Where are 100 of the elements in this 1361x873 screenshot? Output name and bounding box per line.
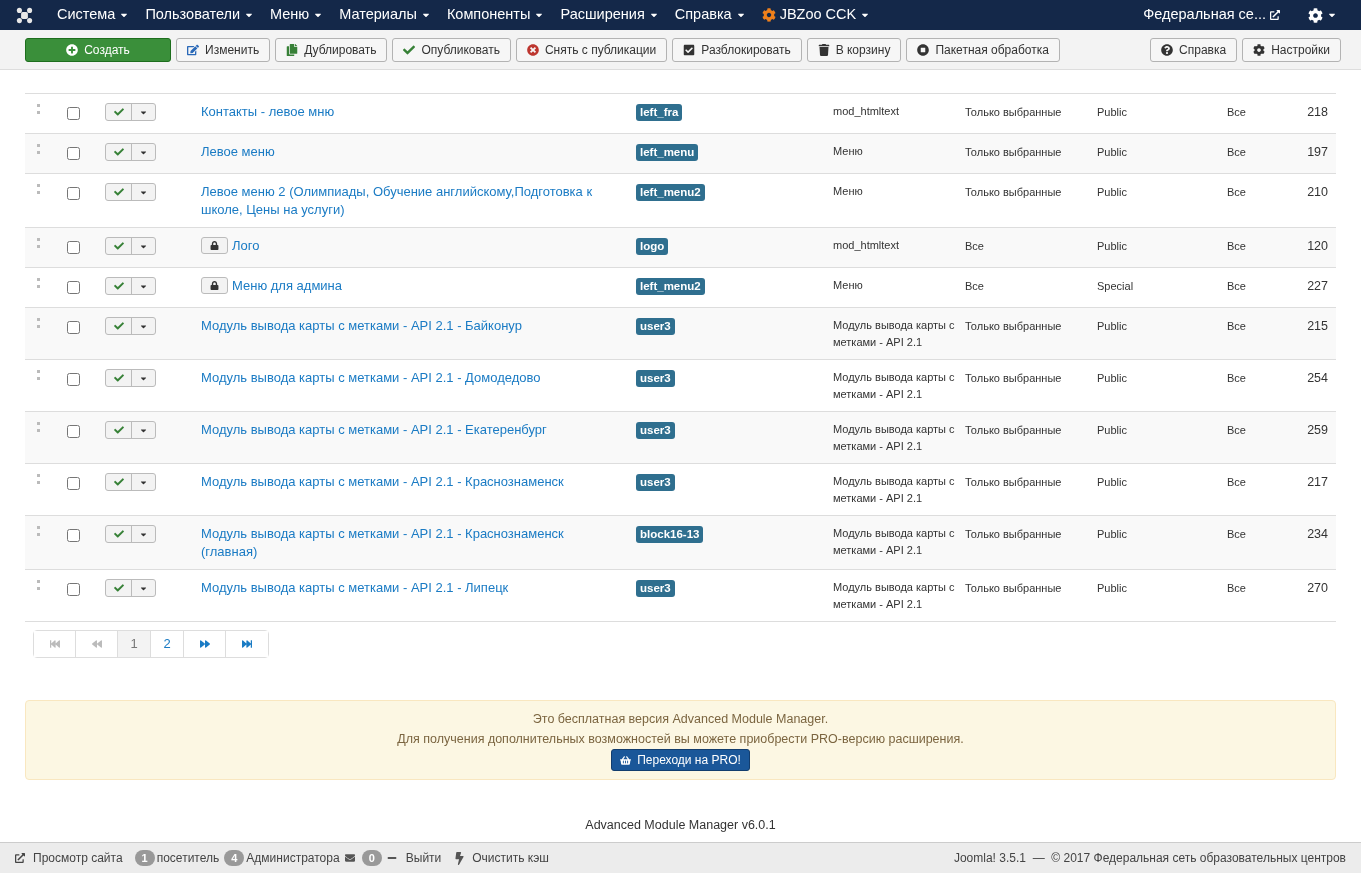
lock-button[interactable] <box>201 277 228 294</box>
drag-handle-icon[interactable] <box>37 474 40 484</box>
menu-item[interactable]: Расширения <box>560 4 659 26</box>
table-cell: Все <box>1227 528 1246 540</box>
toolbar-button[interactable]: Создать <box>25 37 171 62</box>
count-badge: 1 <box>134 850 155 866</box>
table-cell: Только выбранные <box>965 186 1062 198</box>
row-checkbox[interactable] <box>67 321 80 334</box>
toolbar-button[interactable]: Опубликовать <box>392 37 511 62</box>
toolbar-button[interactable]: Разблокировать <box>672 37 802 62</box>
table-cell: Все <box>1227 582 1246 594</box>
table-cell: Все <box>1227 320 1246 332</box>
check-icon <box>113 281 124 291</box>
table-cell: Public <box>1097 240 1127 252</box>
envelope-icon <box>343 853 356 863</box>
site-link[interactable]: Федеральная се... <box>1143 4 1266 26</box>
drag-handle-icon[interactable] <box>37 278 40 288</box>
menu-item[interactable]: Компоненты <box>446 4 545 26</box>
status-toggle[interactable] <box>105 421 156 439</box>
row-checkbox[interactable] <box>67 147 80 160</box>
drag-handle-icon[interactable] <box>37 526 40 536</box>
drag-handle-icon[interactable] <box>37 580 40 590</box>
drag-handle-icon[interactable] <box>37 370 40 380</box>
toolbar-button[interactable]: Изменить <box>176 37 271 62</box>
row-checkbox[interactable] <box>67 373 80 386</box>
row-checkbox[interactable] <box>67 281 80 294</box>
row-checkbox[interactable] <box>67 583 80 596</box>
pro-button[interactable]: Переходи на PRO! <box>611 749 750 771</box>
toolbar-button[interactable]: Настройки <box>1242 37 1341 62</box>
table-cell: Public <box>1097 106 1127 118</box>
drag-handle-icon[interactable] <box>37 238 40 248</box>
module-title-link[interactable]: Модуль вывода карты с метками - API 2.1 - Липецк <box>201 579 509 597</box>
row-checkbox[interactable] <box>67 425 80 438</box>
toolbar-button[interactable]: Снять с публикации <box>515 37 668 62</box>
drag-handle-icon[interactable] <box>37 318 40 328</box>
table-cell: Public <box>1097 476 1127 488</box>
table-cell-text: Модуль вывода карты с метками - API 2.1 <box>833 422 956 454</box>
check-icon <box>113 529 124 539</box>
row-checkbox[interactable] <box>67 529 80 542</box>
drag-handle-icon[interactable] <box>37 422 40 432</box>
menu-item[interactable]: Материалы <box>339 4 431 26</box>
settings-menu[interactable] <box>1308 7 1337 23</box>
clear-cache-link[interactable]: Очистить кэш <box>472 849 549 867</box>
row-checkbox[interactable] <box>67 477 80 490</box>
logout-link[interactable]: Выйти <box>405 849 442 867</box>
drag-handle-icon[interactable] <box>37 144 40 154</box>
module-title-link[interactable]: Контакты - левое мню <box>201 103 335 121</box>
menu-item[interactable]: Пользователи <box>145 4 255 26</box>
row-checkbox[interactable] <box>67 187 80 200</box>
check-icon <box>113 583 124 593</box>
toolbar-button[interactable]: В корзину <box>806 37 902 62</box>
status-toggle[interactable] <box>105 103 156 121</box>
help-icon <box>1161 43 1174 56</box>
external-link-icon <box>1270 10 1280 20</box>
status-toggle[interactable] <box>105 473 156 491</box>
menu-item[interactable]: Меню <box>270 4 324 26</box>
module-title-link[interactable]: Левое меню 2 (Олимпиады, Обучение английскому,Подготовка к школе, Цены на услуги) <box>201 183 612 219</box>
status-toggle[interactable] <box>105 525 156 543</box>
checkbox-icon <box>683 43 696 56</box>
module-title-link[interactable]: Меню для админа <box>232 277 342 295</box>
toolbar-button[interactable]: Дублировать <box>275 37 388 62</box>
table-cell-text: Модуль вывода карты с метками - API 2.1 <box>833 580 956 612</box>
module-title-link[interactable]: Модуль вывода карты с метками - API 2.1 - Екатеренбург <box>201 421 547 439</box>
status-toggle[interactable] <box>105 277 156 295</box>
position-label: user3 <box>636 422 675 439</box>
status-toggle[interactable] <box>105 369 156 387</box>
visitors-text: посетитель <box>156 850 220 867</box>
menu-item[interactable]: Система <box>57 4 130 26</box>
check-icon <box>113 373 124 383</box>
status-toggle[interactable] <box>105 237 156 255</box>
page-button[interactable]: 1 <box>118 631 151 657</box>
table-cell: Public <box>1097 424 1127 436</box>
check-icon <box>113 147 124 157</box>
toolbar-button[interactable]: Справка <box>1150 37 1238 62</box>
menu-item[interactable]: Справка <box>674 4 746 26</box>
status-toggle[interactable] <box>105 183 156 201</box>
table-cell-text: Модуль вывода карты с метками - API 2.1 <box>833 318 956 350</box>
row-checkbox[interactable] <box>67 241 80 254</box>
table-cell: 210 <box>1307 185 1328 199</box>
module-title-link[interactable]: Лого <box>232 237 260 255</box>
view-site-link[interactable]: Просмотр сайта <box>33 849 123 867</box>
position-label: left_menu2 <box>636 184 705 201</box>
module-title-link[interactable]: Модуль вывода карты с метками - API 2.1 - Краснознаменск <box>201 473 564 491</box>
drag-handle-icon[interactable] <box>37 104 40 114</box>
status-toggle[interactable] <box>105 317 156 335</box>
logo-icon <box>16 6 33 24</box>
status-toggle[interactable] <box>105 579 156 597</box>
module-title-link[interactable]: Модуль вывода карты с метками - API 2.1 - Домодедово <box>201 369 541 387</box>
drag-handle-icon[interactable] <box>37 184 40 194</box>
menu-item[interactable]: JBZoo CCK <box>761 4 871 26</box>
first-page-icon <box>49 639 60 649</box>
module-title-link[interactable]: Левое меню <box>201 143 275 161</box>
module-title-link[interactable]: Модуль вывода карты с метками - API 2.1 - Краснознаменск (главная) <box>201 525 612 561</box>
table-cell: 254 <box>1307 371 1328 385</box>
row-checkbox[interactable] <box>67 107 80 120</box>
module-title-link[interactable]: Модуль вывода карты с метками - API 2.1 - Байконур <box>201 317 522 335</box>
toolbar-button[interactable]: Пакетная обработка <box>906 37 1060 62</box>
lock-button[interactable] <box>201 237 228 254</box>
status-toggle[interactable] <box>105 143 156 161</box>
position-label: left_fra <box>636 104 683 121</box>
